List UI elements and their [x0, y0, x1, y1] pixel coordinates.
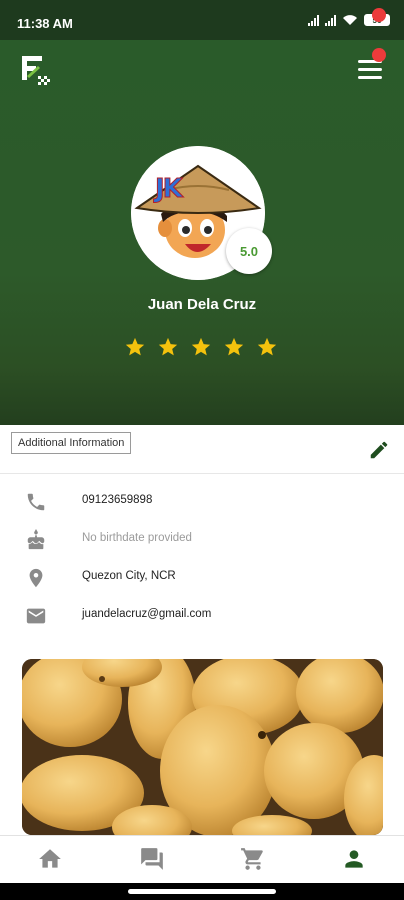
birthdate-text: No birthdate provided [82, 532, 192, 544]
notification-dot [372, 8, 386, 22]
profile-header: JK 5.0 Juan Dela Cruz [0, 8, 404, 425]
app-logo-icon[interactable] [20, 54, 54, 88]
rating-badge: 5.0 [226, 228, 272, 274]
status-time: 11:38 AM [17, 16, 73, 31]
home-icon[interactable] [37, 846, 63, 872]
cart-icon[interactable] [240, 846, 266, 872]
notification-badge [372, 48, 386, 62]
location-pin-icon [29, 568, 43, 588]
signal-icon [325, 14, 336, 26]
bottom-navigation [0, 835, 404, 884]
info-row-email: juandelacruz@gmail.com [0, 596, 404, 634]
chat-icon[interactable] [139, 846, 165, 872]
signal-icon [308, 14, 319, 26]
star-icon [125, 337, 145, 356]
mangoes-photo [22, 659, 383, 835]
star-icon [257, 337, 277, 356]
profile-icon[interactable] [341, 846, 367, 872]
wifi-icon [343, 15, 357, 25]
system-gesture-bar [0, 883, 404, 900]
pencil-edit-icon[interactable] [368, 439, 390, 461]
cake-icon [27, 529, 45, 550]
status-bar: 11:38 AM 56 [0, 0, 404, 40]
rating-value: 5.0 [239, 243, 259, 259]
phone-icon [27, 493, 45, 511]
star-icon [224, 337, 244, 356]
email-text: juandelacruz@gmail.com [82, 608, 212, 620]
section-title: Additional Information [11, 432, 132, 454]
home-gesture-handle[interactable] [128, 889, 276, 894]
info-row-location: Quezon City, NCR [0, 558, 404, 596]
star-rating [124, 336, 278, 358]
location-text: Quezon City, NCR [82, 570, 176, 582]
mail-icon [26, 608, 46, 624]
star-icon [191, 337, 211, 356]
info-section-header: Additional Information [0, 425, 404, 474]
info-row-phone: 09123659898 [0, 482, 404, 520]
star-icon [158, 337, 178, 356]
info-row-birthdate: No birthdate provided [0, 520, 404, 558]
phone-number: 09123659898 [82, 494, 153, 506]
avatar-badge-text: JK [155, 174, 184, 205]
user-name: Juan Dela Cruz [147, 296, 257, 313]
